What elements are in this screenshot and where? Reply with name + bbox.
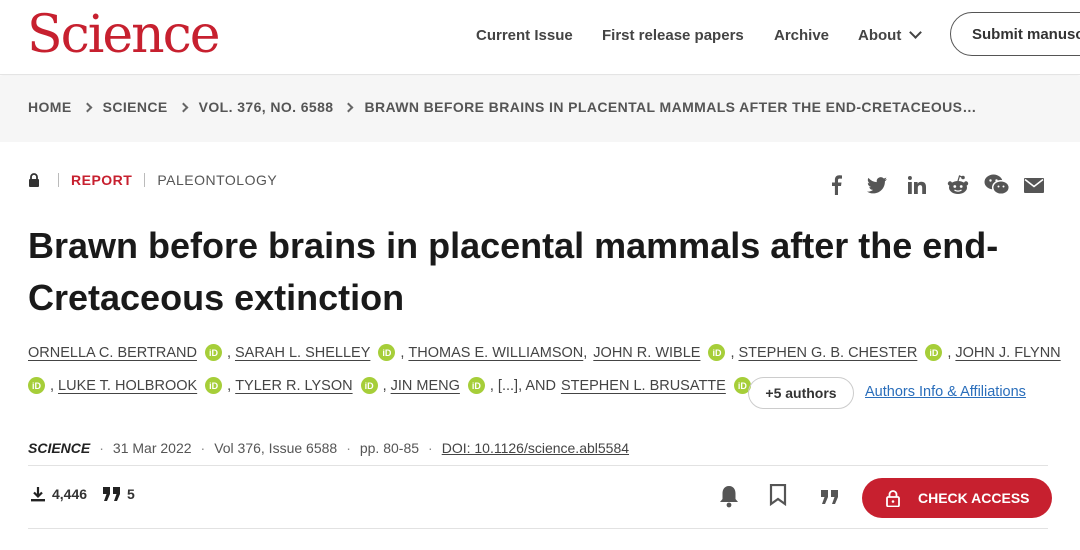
author-link[interactable]: SARAH L. SHELLEY — [235, 345, 370, 361]
check-access-button[interactable]: CHECK ACCESS — [862, 478, 1052, 518]
author-link[interactable]: STEPHEN G. B. CHESTER — [738, 345, 917, 361]
divider — [28, 528, 1048, 529]
lock-icon — [29, 173, 39, 187]
breadcrumb-band: HOME SCIENCE VOL. 376, NO. 6588 BRAWN BE… — [0, 76, 1080, 142]
science-logo[interactable]: Science — [27, 5, 221, 65]
breadcrumb: HOME SCIENCE VOL. 376, NO. 6588 BRAWN BE… — [28, 76, 977, 138]
orcid-icon[interactable]: iD — [204, 344, 222, 361]
chevron-right-icon — [178, 102, 189, 112]
download-icon — [30, 486, 46, 502]
article-topic[interactable]: PALEONTOLOGY — [157, 172, 277, 188]
orcid-icon[interactable]: iD — [205, 377, 223, 394]
article-meta: REPORT PALEONTOLOGY — [28, 172, 277, 188]
article-title: Brawn before brains in placental mammals… — [28, 225, 999, 318]
orcid-icon[interactable]: iD — [925, 344, 943, 361]
separator: · — [428, 440, 433, 456]
email-icon[interactable] — [1022, 173, 1046, 197]
orcid-icon[interactable]: iD — [708, 344, 726, 361]
breadcrumb-home[interactable]: HOME — [28, 99, 72, 115]
nav-archive[interactable]: Archive — [774, 0, 829, 70]
separator: · — [200, 440, 206, 456]
breadcrumb-science[interactable]: SCIENCE — [103, 99, 168, 115]
bell-icon[interactable] — [718, 484, 740, 508]
more-authors-button[interactable]: +5 authors — [748, 377, 854, 409]
site-header: Science Current Issue First release pape… — [0, 0, 1080, 75]
separator: · — [99, 440, 104, 456]
download-count[interactable]: 4,446 — [52, 486, 87, 502]
author-link[interactable]: TYLER R. LYSON — [235, 378, 352, 394]
page-range: pp. 80-85 — [359, 440, 420, 456]
reddit-icon[interactable] — [945, 173, 971, 197]
chevron-right-icon — [82, 102, 93, 112]
wechat-icon[interactable] — [983, 173, 1011, 197]
chevron-right-icon — [344, 102, 354, 112]
author-line-1: ORNELLA C. BERTRAND iD, SARAH L. SHELLEY… — [28, 344, 1061, 361]
linkedin-icon[interactable] — [905, 173, 929, 197]
nav-current-issue[interactable]: Current Issue — [476, 0, 573, 70]
author-link[interactable]: JOHN R. WIBLE — [593, 345, 700, 361]
affiliations-link[interactable]: Authors Info & Affiliations — [865, 384, 1026, 400]
bookmark-icon[interactable] — [769, 484, 787, 506]
author-link[interactable]: THOMAS E. WILLIAMSON — [408, 345, 583, 361]
publication-info: SCIENCE · 31 Mar 2022 · Vol 376, Issue 6… — [28, 440, 629, 456]
author-link[interactable]: JIN MENG — [391, 378, 460, 394]
author-line-2: iD, LUKE T. HOLBROOK iD, TYLER R. LYSON … — [28, 377, 756, 394]
more-authors-ellipsis[interactable]: [...], AND — [498, 378, 556, 394]
divider — [58, 173, 59, 187]
submit-manuscript-button[interactable]: Submit manuscript — [950, 12, 1080, 56]
author-link[interactable]: JOHN J. FLYNN — [955, 345, 1060, 361]
publication-date: 31 Mar 2022 — [112, 440, 192, 456]
chevron-down-icon — [909, 26, 923, 39]
author-link[interactable]: LUKE T. HOLBROOK — [58, 378, 197, 394]
quote-icon — [103, 487, 121, 501]
breadcrumb-volume[interactable]: VOL. 376, NO. 6588 — [199, 99, 334, 115]
twitter-icon[interactable] — [864, 173, 890, 197]
check-access-label: CHECK ACCESS — [918, 490, 1030, 506]
citation-count[interactable]: 5 — [127, 486, 135, 502]
orcid-icon[interactable]: iD — [378, 344, 396, 361]
orcid-icon[interactable]: iD — [467, 377, 485, 394]
doi-link[interactable]: DOI: 10.1126/science.abl5584 — [442, 440, 629, 456]
cite-icon[interactable] — [820, 490, 840, 504]
nav-about[interactable]: About — [858, 0, 923, 70]
article-metrics: 4,446 5 — [30, 486, 135, 502]
nav-first-release[interactable]: First release papers — [602, 0, 744, 70]
article-type[interactable]: REPORT — [71, 172, 132, 188]
author-link[interactable]: ORNELLA C. BERTRAND — [28, 345, 197, 361]
volume-issue[interactable]: Vol 376, Issue 6588 — [214, 440, 337, 456]
orcid-icon[interactable]: iD — [360, 377, 378, 394]
orcid-icon[interactable]: iD — [28, 377, 45, 394]
lock-icon — [886, 489, 900, 507]
divider — [28, 465, 1048, 466]
breadcrumb-article: BRAWN BEFORE BRAINS IN PLACENTAL MAMMALS… — [364, 99, 977, 115]
journal-name[interactable]: SCIENCE — [28, 440, 90, 456]
facebook-icon[interactable] — [826, 173, 846, 197]
separator: · — [346, 440, 351, 456]
author-link[interactable]: STEPHEN L. BRUSATTE — [561, 378, 726, 394]
divider — [144, 173, 146, 187]
